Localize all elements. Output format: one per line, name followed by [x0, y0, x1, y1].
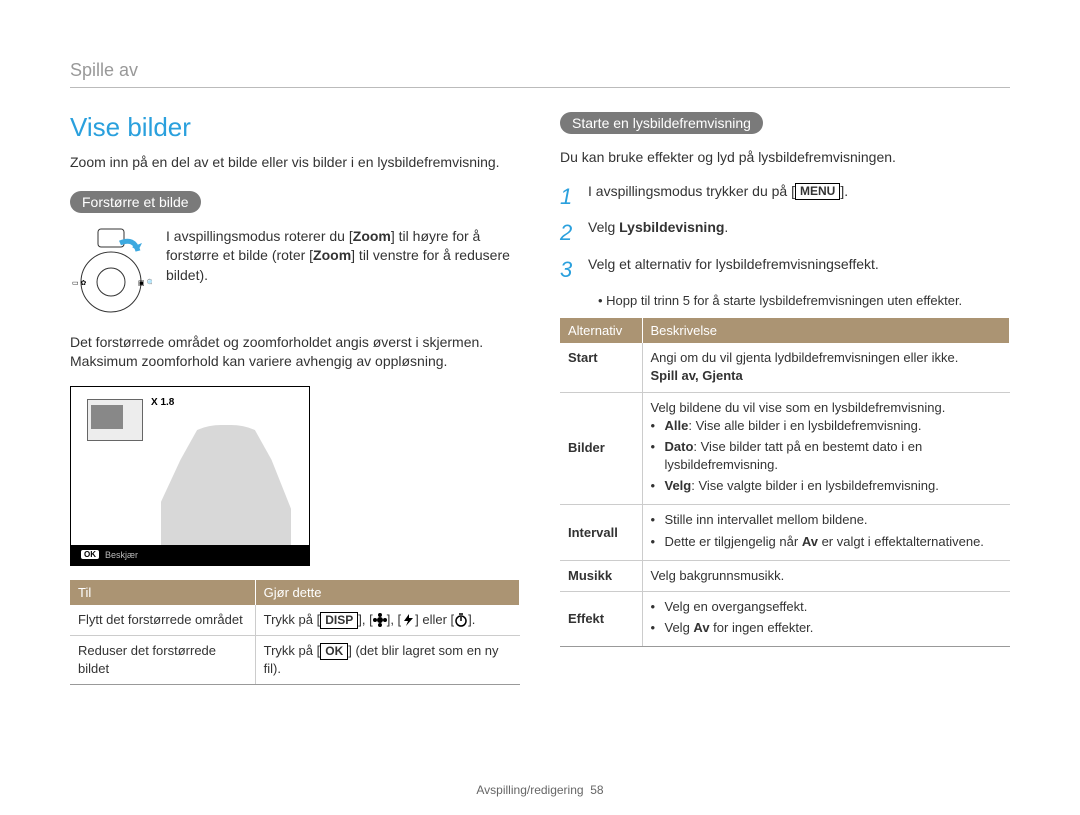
step-1: 1 I avspillingsmodus trykker du på [MENU…: [560, 182, 1010, 213]
text: ], [: [358, 612, 372, 627]
cell: Trykk på [OK] (det blir lagret som en ny…: [255, 635, 519, 684]
svg-text:▣ 🔍: ▣ 🔍: [138, 278, 152, 287]
text: Angi om du vil gjenta lydbildefremvisnin…: [651, 350, 959, 365]
cell: Velg en overgangseffekt. Velg Av for ing…: [642, 592, 1010, 647]
ok-key: OK: [320, 643, 348, 660]
intro-text: Zoom inn på en del av et bilde eller vis…: [70, 153, 520, 173]
text: ].: [840, 183, 848, 199]
timer-icon: [454, 613, 468, 627]
footer-page: 58: [590, 783, 603, 797]
list-item: Velg en overgangseffekt.: [651, 598, 1002, 616]
cell: Effekt: [560, 592, 642, 647]
cell: Angi om du vil gjenta lydbildefremvisnin…: [642, 343, 1010, 392]
cell: Intervall: [560, 505, 642, 560]
keyword-zoom: Zoom: [313, 247, 351, 263]
flash-icon: [401, 613, 415, 627]
cell: Bilder: [560, 392, 642, 505]
zoom-instruction: I avspillingsmodus roterer du [Zoom] til…: [166, 227, 520, 286]
left-column: Vise bilder Zoom inn på en del av et bil…: [70, 112, 520, 685]
svg-text:▭ ✿: ▭ ✿: [72, 280, 87, 287]
th-til: Til: [70, 580, 255, 605]
table-row: Reduser det forstørrede bildet Trykk på …: [70, 635, 520, 684]
cell: Trykk på [DISP], [], [] eller [].: [255, 605, 519, 636]
text: I avspillingsmodus roterer du [: [166, 228, 353, 244]
text: Velg bildene du vil vise som en lysbilde…: [651, 400, 946, 415]
text: Velg et alternativ for lysbildefremvisni…: [588, 255, 879, 275]
list-item: Velg Av for ingen effekter.: [651, 619, 1002, 637]
cell: Reduser det forstørrede bildet: [70, 635, 255, 684]
cell: Musikk: [560, 560, 642, 591]
table-row: Effekt Velg en overgangseffekt. Velg Av …: [560, 592, 1010, 647]
zoom-factor-label: X 1.8: [151, 397, 174, 408]
table-row: Start Angi om du vil gjenta lydbildefrem…: [560, 343, 1010, 392]
section-pill-slideshow: Starte en lysbildefremvisning: [560, 112, 763, 134]
zoom-note: Det forstørrede området og zoomforholdet…: [70, 333, 520, 372]
actions-table: Til Gjør dette Flytt det forstørrede omr…: [70, 580, 520, 686]
cell: Velg bildene du vil vise som en lysbilde…: [642, 392, 1010, 505]
text: .: [724, 219, 728, 235]
keyword-zoom: Zoom: [353, 228, 391, 244]
camera-preview: X 1.8 OK Beskjær: [70, 386, 310, 566]
cell: Start: [560, 343, 642, 392]
section-pill-enlarge: Forstørre et bilde: [70, 191, 201, 213]
right-column: Starte en lysbildefremvisning Du kan bru…: [560, 112, 1010, 685]
step-number: 2: [560, 218, 578, 249]
list-item: Velg: Vise valgte bilder i en lysbildefr…: [651, 477, 1002, 495]
flower-icon: [373, 613, 387, 627]
cell: Flytt det forstørrede området: [70, 605, 255, 636]
text: ].: [468, 612, 475, 627]
text: Velg: [588, 219, 619, 235]
th-gjor: Gjør dette: [255, 580, 519, 605]
step-number: 3: [560, 255, 578, 286]
menu-option: Lysbildevisning: [619, 219, 724, 235]
step-number: 1: [560, 182, 578, 213]
table-row: Musikk Velg bakgrunnsmusikk.: [560, 560, 1010, 591]
step-3: 3 Velg et alternativ for lysbildefremvis…: [560, 255, 1010, 286]
breadcrumb: Spille av: [70, 60, 1010, 88]
cell: Stille inn intervallet mellom bildene. D…: [642, 505, 1010, 560]
th-alternativ: Alternativ: [560, 318, 642, 343]
list-item: Dette er tilgjengelig når Av er valgt i …: [651, 533, 1002, 551]
slideshow-intro: Du kan bruke effekter og lyd på lysbilde…: [560, 148, 1010, 168]
crop-label: Beskjær: [105, 550, 138, 560]
step-note: Hopp til trinn 5 for å starte lysbildefr…: [598, 292, 1010, 310]
list-item: Stille inn intervallet mellom bildene.: [651, 511, 1002, 529]
table-row: Intervall Stille inn intervallet mellom …: [560, 505, 1010, 560]
text: I avspillingsmodus trykker du på [: [588, 183, 795, 199]
text: ] eller [: [415, 612, 454, 627]
disp-key: DISP: [320, 612, 358, 629]
options-table: Alternativ Beskrivelse Start Angi om du …: [560, 318, 1010, 647]
step-2: 2 Velg Lysbildevisning.: [560, 218, 1010, 249]
cell: Velg bakgrunnsmusikk.: [642, 560, 1010, 591]
list-item: Alle: Vise alle bilder i en lysbildefrem…: [651, 417, 1002, 435]
table-row: Bilder Velg bildene du vil vise som en l…: [560, 392, 1010, 505]
zoom-dial-icon: ▭ ✿ ▣ 🔍: [70, 227, 152, 317]
list-item: Dato: Vise bilder tatt på en bestemt dat…: [651, 438, 1002, 474]
text: ], [: [387, 612, 401, 627]
page-title: Vise bilder: [70, 112, 520, 143]
text: Trykk på [: [264, 612, 321, 627]
menu-key: MENU: [795, 183, 840, 200]
text: Trykk på [: [264, 643, 321, 658]
footer-section: Avspilling/redigering: [476, 783, 583, 797]
ok-badge: OK: [81, 550, 99, 559]
th-beskrivelse: Beskrivelse: [642, 318, 1010, 343]
table-row: Flytt det forstørrede området Trykk på […: [70, 605, 520, 636]
page-footer: Avspilling/redigering 58: [0, 783, 1080, 797]
options-bold: Spill av, Gjenta: [651, 368, 743, 383]
